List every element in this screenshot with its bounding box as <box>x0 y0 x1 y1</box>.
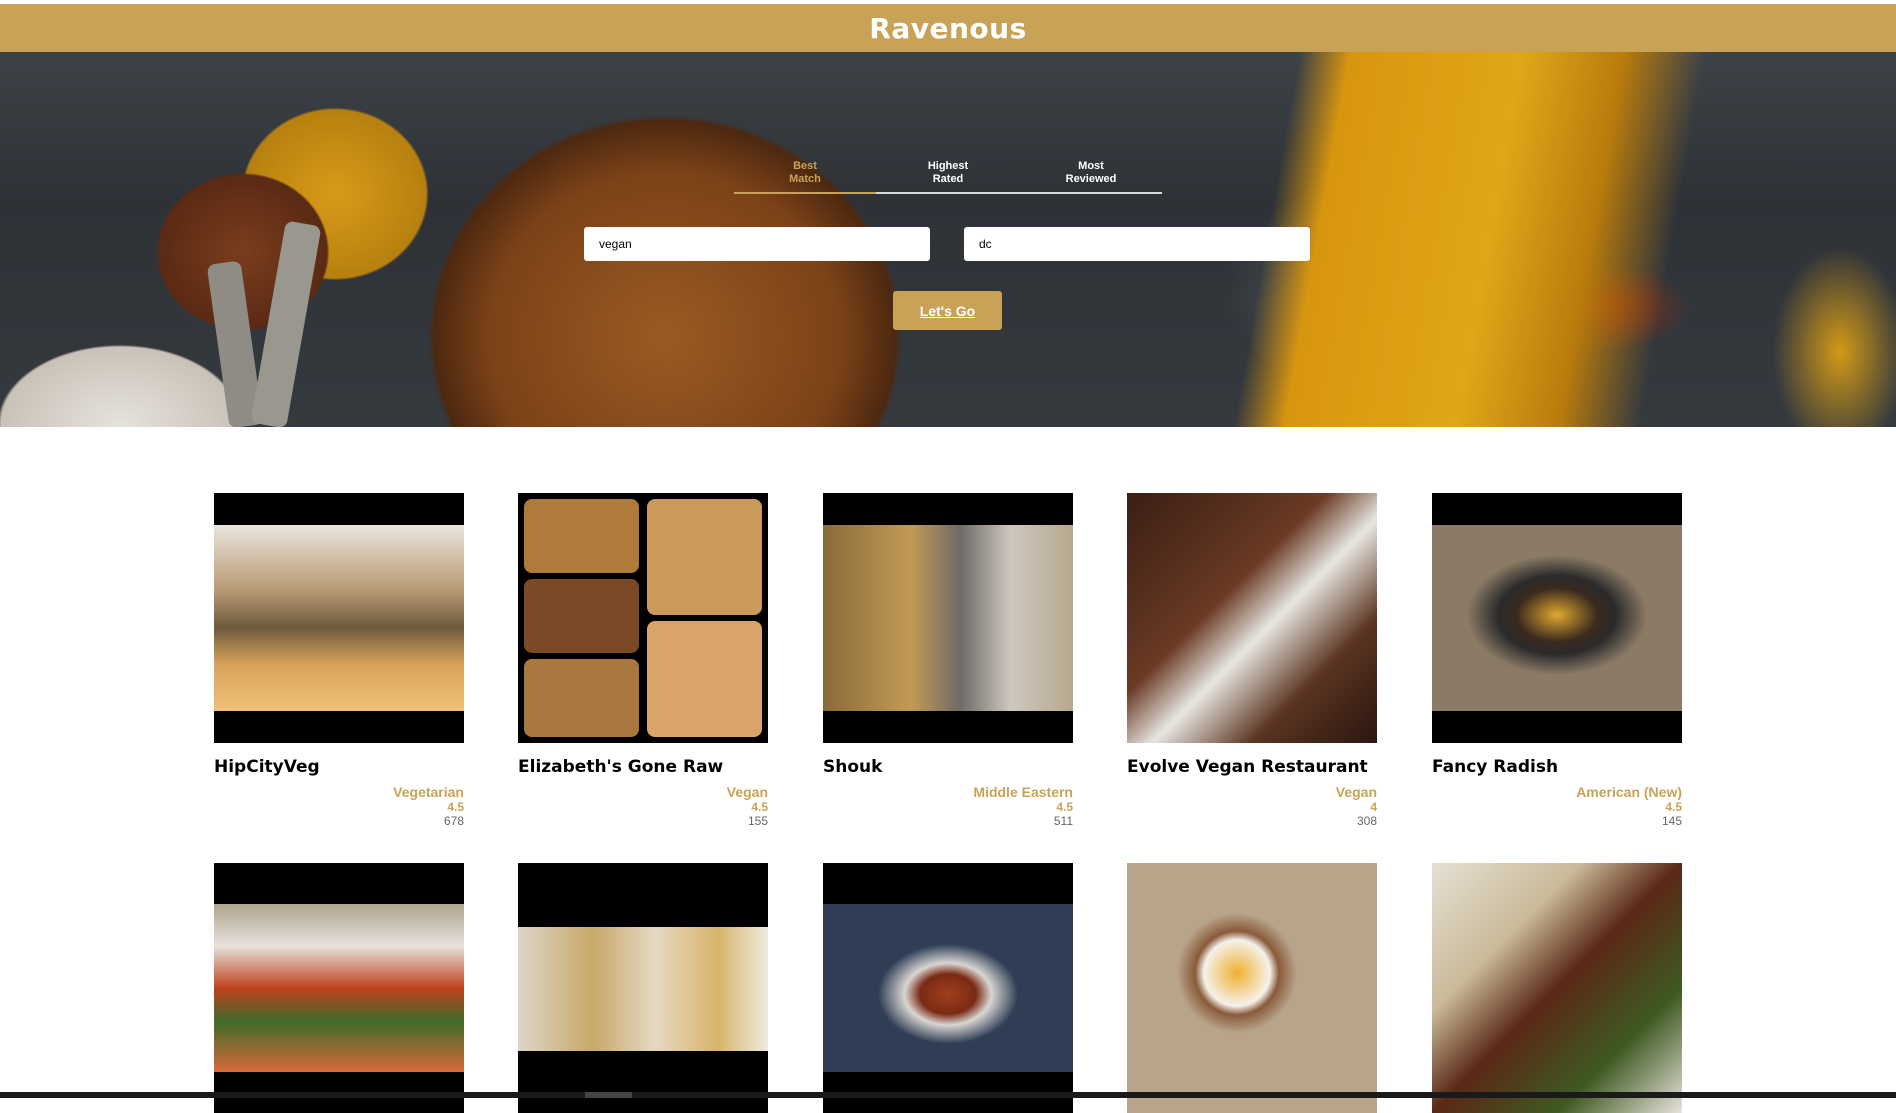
business-card[interactable]: HipCityVeg Vegetarian 4.5 678 <box>214 493 464 828</box>
business-name: Shouk <box>823 757 883 777</box>
business-name: Elizabeth's Gone Raw <box>518 757 724 777</box>
hero-banner <box>0 52 1896 427</box>
tab-label: Best <box>793 160 817 172</box>
tab-label: Most <box>1078 160 1104 172</box>
business-card[interactable] <box>823 863 1073 1113</box>
business-image <box>1432 493 1682 743</box>
business-card[interactable]: Evolve Vegan Restaurant Vegan 4 308 <box>1127 493 1377 828</box>
scrollbar-thumb[interactable] <box>585 1092 632 1098</box>
business-card[interactable] <box>1127 863 1377 1113</box>
tab-most-reviewed[interactable]: Most Reviewed <box>1020 160 1162 186</box>
business-image <box>1127 863 1377 1113</box>
business-rating: 4.5 <box>447 800 464 814</box>
business-rating: 4.5 <box>1665 800 1682 814</box>
business-name: Fancy Radish <box>1432 757 1559 777</box>
business-review-count: 155 <box>747 814 768 828</box>
lets-go-button[interactable]: Let's Go <box>893 291 1002 330</box>
location-input[interactable] <box>964 227 1310 261</box>
sort-options: Best Match Highest Rated Most Reviewed <box>734 160 1162 194</box>
business-review-count: 511 <box>1053 814 1073 828</box>
business-name: Evolve Vegan Restaurant <box>1127 757 1368 777</box>
business-image <box>1432 863 1682 1113</box>
business-image <box>823 493 1073 743</box>
business-rating: 4.5 <box>1056 800 1073 814</box>
business-name: HipCityVeg <box>214 757 320 777</box>
tab-best-match[interactable]: Best Match <box>734 160 876 186</box>
business-review-count: 308 <box>1356 814 1377 828</box>
tab-label: Rated <box>932 173 964 185</box>
search-term-input[interactable] <box>584 227 930 261</box>
business-rating: 4.5 <box>751 800 768 814</box>
business-card[interactable]: Elizabeth's Gone Raw Vegan 4.5 155 <box>518 493 768 828</box>
tab-highest-rated[interactable]: Highest Rated <box>877 160 1019 186</box>
app-header: Ravenous <box>0 4 1896 52</box>
business-image <box>214 493 464 743</box>
business-review-count: 678 <box>443 814 464 828</box>
business-category: Middle Eastern <box>973 784 1073 800</box>
business-rating: 4 <box>1370 800 1377 814</box>
business-review-count: 145 <box>1661 814 1682 828</box>
business-category: American (New) <box>1576 784 1682 800</box>
business-image <box>518 493 768 743</box>
business-card[interactable] <box>214 863 464 1113</box>
business-card[interactable]: Fancy Radish American (New) 4.5 145 <box>1432 493 1682 828</box>
business-card[interactable] <box>1432 863 1682 1113</box>
business-category: Vegan <box>726 784 768 800</box>
business-card[interactable] <box>518 863 768 1113</box>
measuring-spoon-image <box>250 220 322 427</box>
tab-label: Highest <box>927 160 969 172</box>
business-image <box>214 863 464 1113</box>
business-image <box>1127 493 1377 743</box>
tab-label: Reviewed <box>1065 173 1117 185</box>
business-image <box>518 863 768 1113</box>
tab-label: Match <box>789 173 821 185</box>
business-card[interactable]: Shouk Middle Eastern 4.5 511 <box>823 493 1073 828</box>
active-tab-underline <box>734 192 876 194</box>
business-category: Vegan <box>1335 784 1377 800</box>
business-image <box>823 863 1073 1113</box>
app-title: Ravenous <box>869 11 1027 45</box>
horizontal-scrollbar[interactable] <box>0 1092 1896 1098</box>
business-category: Vegetarian <box>393 784 464 800</box>
